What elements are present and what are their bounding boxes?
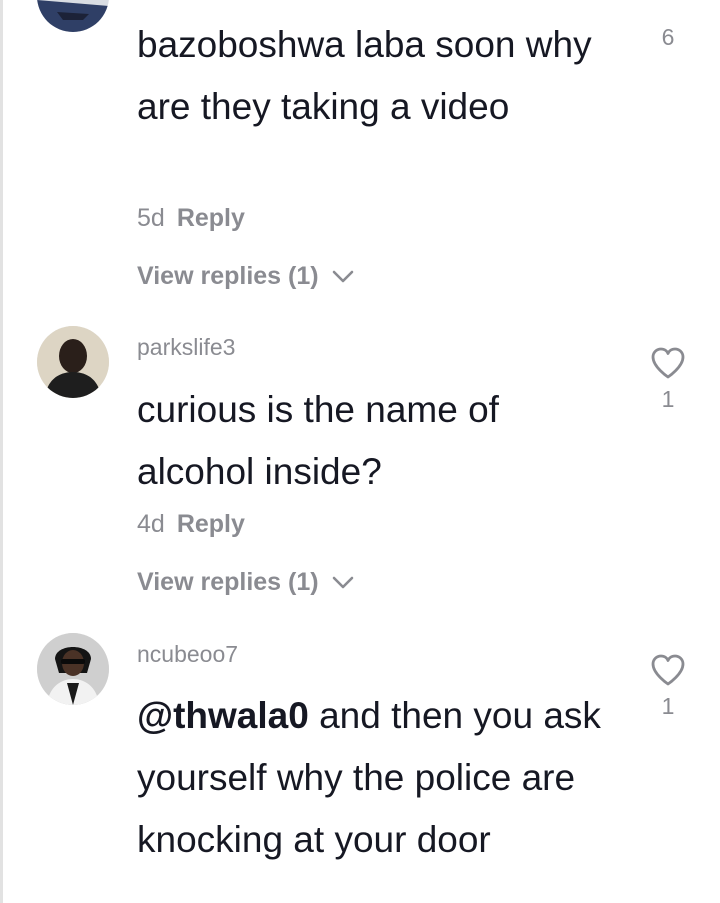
chevron-down-icon bbox=[332, 577, 353, 589]
avatar-image bbox=[37, 326, 109, 398]
view-replies-label: View replies (1) bbox=[137, 262, 319, 290]
heart-outline-icon bbox=[651, 347, 685, 379]
comment-text: bazoboshwa laba soon why are they taking… bbox=[137, 24, 592, 127]
avatar[interactable] bbox=[37, 633, 109, 705]
comment-meta: 5d Reply bbox=[137, 204, 245, 233]
comment-time: 4d bbox=[137, 510, 165, 538]
like-button[interactable]: 1 bbox=[648, 346, 688, 413]
like-button[interactable]: 6 bbox=[648, 24, 688, 51]
like-button[interactable]: 1 bbox=[648, 653, 688, 720]
avatar-image bbox=[37, 633, 109, 705]
reply-button[interactable]: Reply bbox=[177, 204, 245, 232]
avatar[interactable] bbox=[37, 0, 109, 32]
user-mention-link[interactable]: @thwala0 bbox=[137, 695, 309, 736]
comment-username[interactable]: parkslife3 bbox=[137, 334, 235, 361]
like-count: 1 bbox=[661, 693, 675, 719]
view-replies-label: View replies (1) bbox=[137, 568, 319, 596]
chevron-down-icon bbox=[332, 271, 353, 283]
comment-text: @thwala0 and then you ask yourself why t… bbox=[137, 685, 607, 871]
comment-username[interactable]: ncubeoo7 bbox=[137, 641, 238, 668]
view-replies-button[interactable]: View replies (1) bbox=[137, 568, 354, 597]
like-count: 1 bbox=[661, 386, 675, 412]
reply-button[interactable]: Reply bbox=[177, 510, 245, 538]
avatar-image bbox=[37, 0, 109, 32]
left-border bbox=[0, 0, 3, 903]
avatar[interactable] bbox=[37, 326, 109, 398]
comment-time: 5d bbox=[137, 204, 165, 232]
heart-outline-icon bbox=[651, 654, 685, 686]
like-count: 6 bbox=[661, 24, 675, 50]
view-replies-button[interactable]: View replies (1) bbox=[137, 262, 354, 291]
comment-meta: 4d Reply bbox=[137, 510, 245, 539]
comment-text: curious is the name of alcohol inside? bbox=[137, 389, 499, 492]
